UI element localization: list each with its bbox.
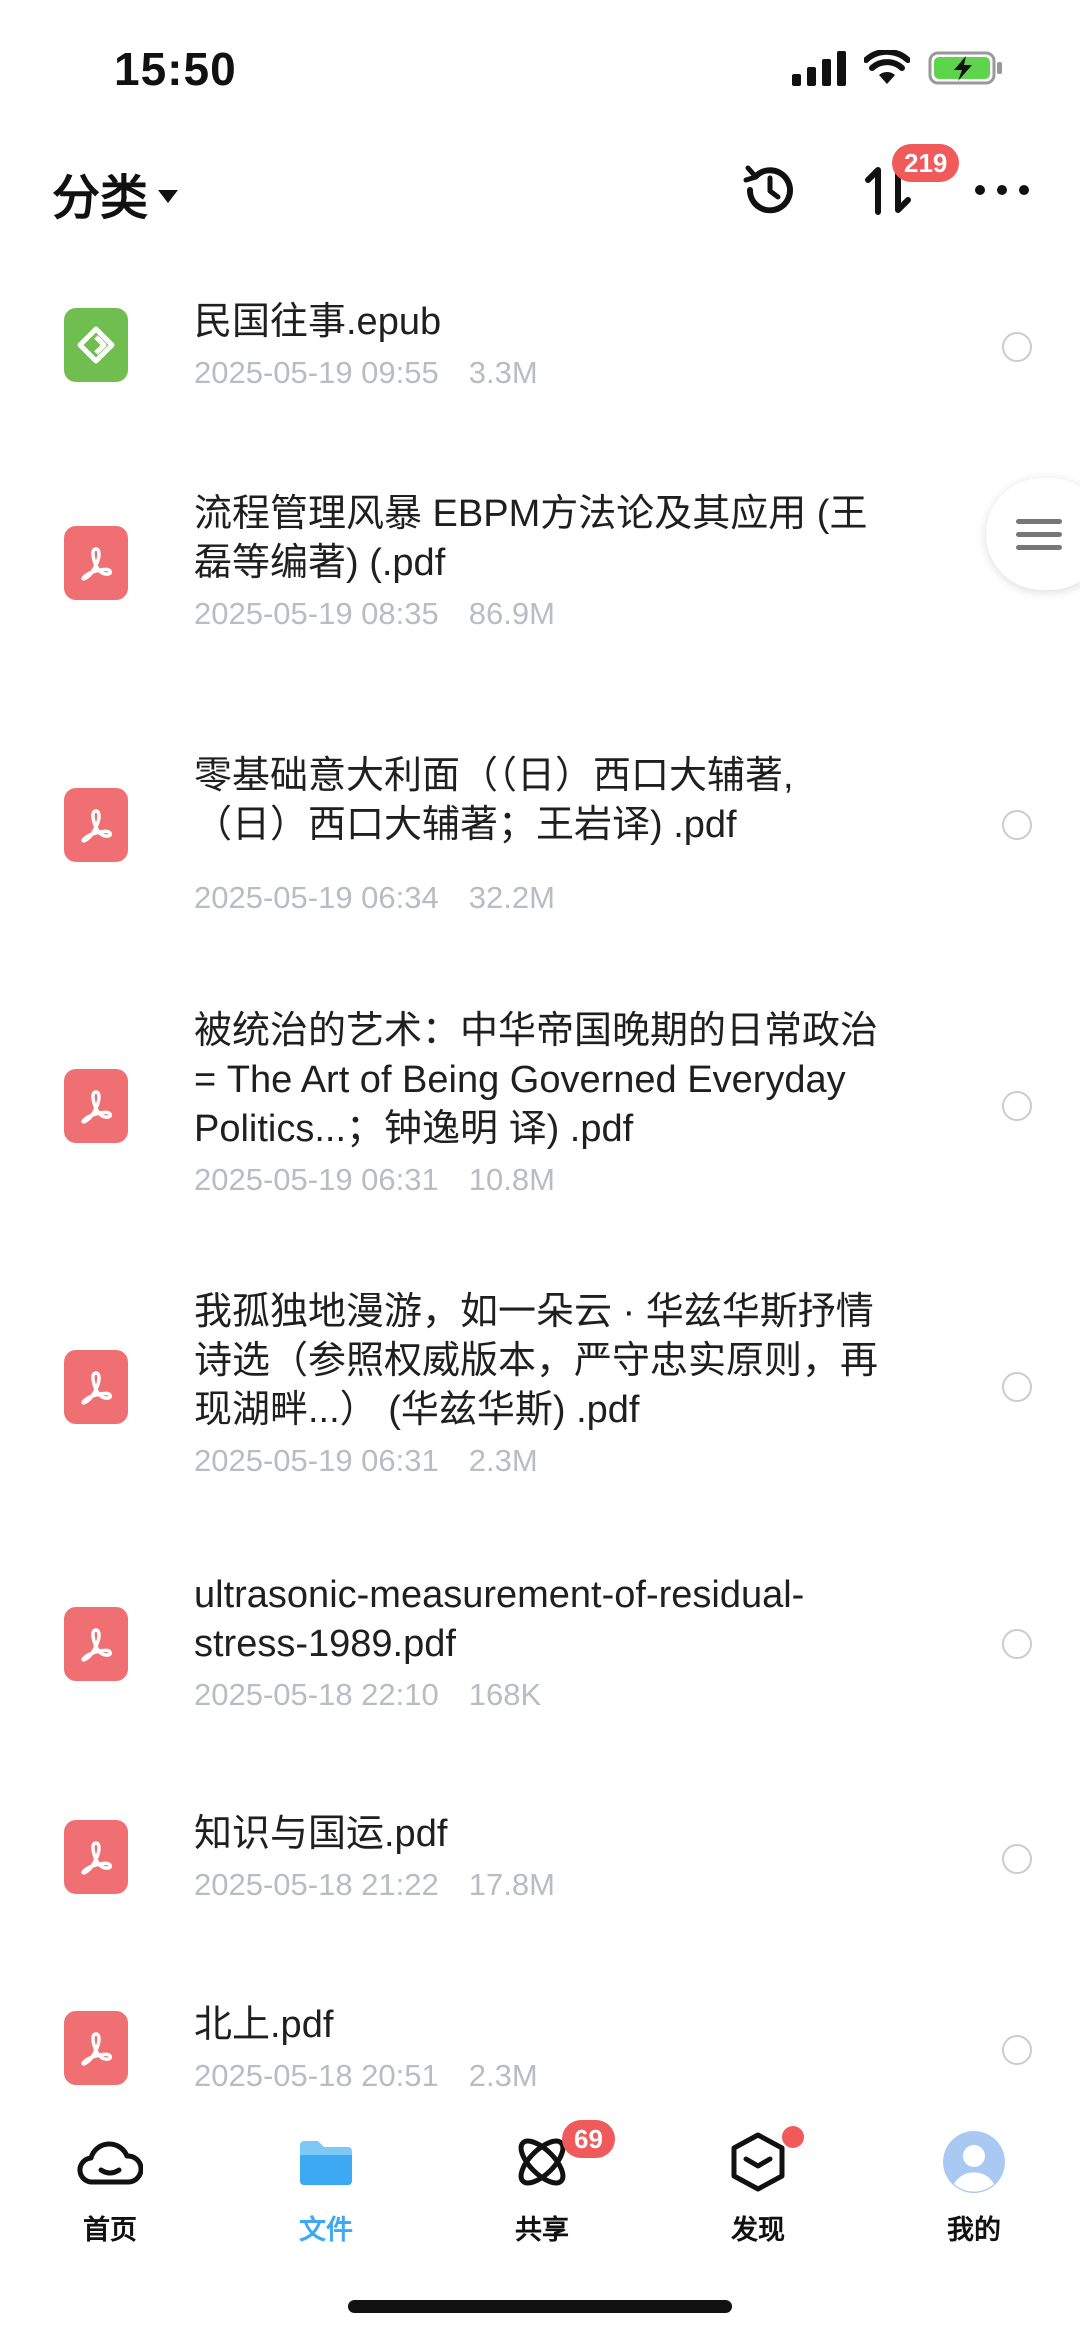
file-meta: 2025-05-19 06:31 10.8M xyxy=(194,1160,884,1200)
file-date: 2025-05-18 20:51 xyxy=(194,2058,439,2093)
select-radio[interactable] xyxy=(1002,810,1032,840)
file-meta: 2025-05-18 22:10 168K xyxy=(194,1675,884,1715)
sort-button[interactable]: 219 xyxy=(848,144,960,230)
file-name: 民国往事.epub xyxy=(194,301,442,343)
file-name: ultrasonic-measurement-of-residual-stres… xyxy=(194,1574,805,1665)
pdf-file-icon xyxy=(64,1350,128,1424)
file-date: 2025-05-19 09:55 xyxy=(194,355,439,390)
nav-home-label: 首页 xyxy=(83,2215,137,2245)
status-icons xyxy=(792,50,1004,86)
category-dropdown[interactable]: 分类 xyxy=(52,158,179,228)
folder-icon xyxy=(300,2141,352,2185)
file-meta: 2025-05-19 08:35 86.9M xyxy=(194,594,884,634)
nav-home[interactable]: 首页 xyxy=(30,2122,190,2247)
file-meta: 2025-05-19 06:31 2.3M xyxy=(194,1441,884,1481)
discover-cube-icon xyxy=(731,2132,785,2192)
file-size: 10.8M xyxy=(468,1162,555,1197)
home-indicator xyxy=(348,2300,732,2313)
header: 分类 219 xyxy=(0,144,1080,230)
file-meta: 2025-05-18 21:22 17.8M xyxy=(194,1865,884,1905)
caret-down-icon xyxy=(158,189,179,203)
select-radio[interactable] xyxy=(1002,2035,1032,2065)
battery-charging-icon xyxy=(928,51,1002,85)
nav-files-label: 文件 xyxy=(299,2215,353,2245)
pdf-file-icon xyxy=(64,1820,128,1894)
file-size: 17.8M xyxy=(468,1867,555,1902)
floating-menu-button[interactable] xyxy=(986,478,1080,590)
nav-files[interactable]: 文件 xyxy=(246,2122,406,2247)
file-date: 2025-05-19 08:35 xyxy=(194,596,439,631)
file-date: 2025-05-19 06:31 xyxy=(194,1443,439,1478)
pdf-file-icon xyxy=(64,1069,128,1143)
file-size: 86.9M xyxy=(468,596,555,631)
nav-mine-label: 我的 xyxy=(947,2215,1001,2245)
file-name: 被统治的艺术：中华帝国晚期的日常政治 = The Art of Being Go… xyxy=(194,1010,879,1150)
select-radio[interactable] xyxy=(1002,1091,1032,1121)
file-name: 我孤独地漫游，如一朵云 · 华兹华斯抒情诗选（参照权威版本，严守忠实原则，再现湖… xyxy=(194,1291,879,1431)
file-date: 2025-05-19 06:34 xyxy=(194,880,439,915)
wifi-icon xyxy=(864,50,910,84)
cellular-signal-icon xyxy=(792,50,846,86)
more-button[interactable] xyxy=(962,150,1042,230)
file-size: 32.2M xyxy=(468,880,555,915)
file-meta: 2025-05-18 20:51 2.3M xyxy=(194,2056,884,2096)
status-bar: 15:50 xyxy=(0,0,1080,130)
sort-count-badge: 219 xyxy=(892,144,960,182)
nav-discover-label: 发现 xyxy=(731,2215,785,2245)
file-size: 2.3M xyxy=(468,1443,538,1478)
file-meta: 2025-05-19 06:34 32.2M xyxy=(194,878,884,918)
file-date: 2025-05-19 06:31 xyxy=(194,1162,439,1197)
select-radio[interactable] xyxy=(1002,1629,1032,1659)
file-size: 3.3M xyxy=(468,355,538,390)
history-icon xyxy=(743,165,793,214)
file-name: 零基础意大利面（（日）西口大辅著,（日）西口大辅著；王岩译) .pdf xyxy=(194,755,794,846)
file-name: 北上.pdf xyxy=(194,2004,334,2046)
file-name: 流程管理风暴 EBPM方法论及其应用 (王磊等编著) (.pdf xyxy=(194,493,868,584)
file-size: 2.3M xyxy=(468,2058,538,2093)
nav-mine[interactable]: 我的 xyxy=(894,2122,1054,2247)
pdf-file-icon xyxy=(64,788,128,862)
file-date: 2025-05-18 21:22 xyxy=(194,1867,439,1902)
pdf-file-icon xyxy=(64,1607,128,1681)
file-meta: 2025-05-19 09:55 3.3M xyxy=(194,353,884,393)
more-icon xyxy=(975,185,1029,195)
discover-notification-dot xyxy=(782,2126,804,2148)
nav-share[interactable]: 69 共享 xyxy=(462,2120,622,2247)
file-size: 168K xyxy=(468,1677,542,1712)
pdf-file-icon xyxy=(64,2011,128,2085)
select-radio[interactable] xyxy=(1002,332,1032,362)
avatar-icon xyxy=(943,2131,1005,2193)
nav-discover[interactable]: 发现 xyxy=(678,2122,838,2247)
select-radio[interactable] xyxy=(1002,1844,1032,1874)
epub-file-icon xyxy=(64,308,128,382)
menu-lines-icon xyxy=(1016,511,1062,558)
status-time: 15:50 xyxy=(114,43,237,95)
select-radio[interactable] xyxy=(1002,1372,1032,1402)
pdf-file-icon xyxy=(64,526,128,600)
nav-share-label: 共享 xyxy=(515,2215,569,2245)
cloud-icon xyxy=(77,2141,143,2185)
history-button[interactable] xyxy=(730,150,810,230)
category-label: 分类 xyxy=(52,172,149,225)
file-name: 知识与国运.pdf xyxy=(194,1813,448,1855)
share-count-badge: 69 xyxy=(562,2120,615,2158)
file-date: 2025-05-18 22:10 xyxy=(194,1677,439,1712)
